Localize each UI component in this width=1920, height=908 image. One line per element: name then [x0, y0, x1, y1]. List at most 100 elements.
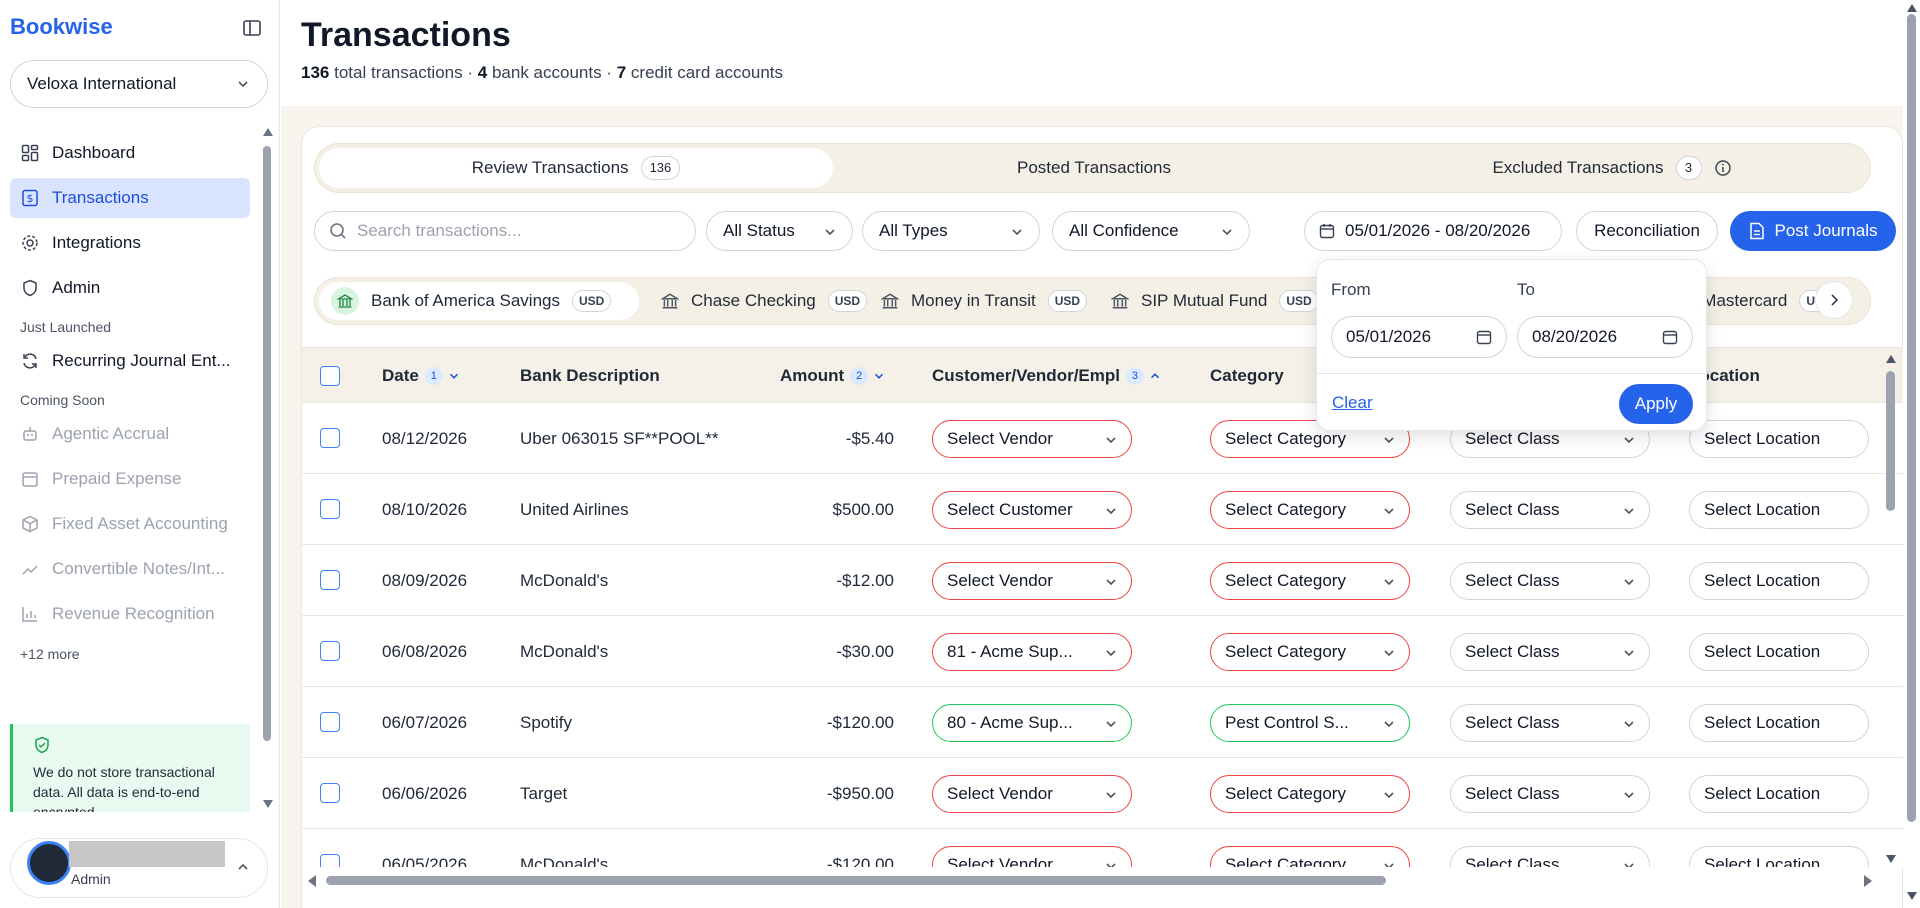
reconciliation-button[interactable]: Reconciliation: [1576, 211, 1718, 251]
category-select[interactable]: Select Category: [1210, 633, 1410, 671]
sidebar-item-integrations[interactable]: Integrations: [10, 223, 250, 263]
sidebar-item-transactions[interactable]: $ Transactions: [10, 178, 250, 218]
to-date-input[interactable]: 08/20/2026: [1517, 316, 1693, 358]
vendor-select[interactable]: 81 - Acme Sup...: [932, 633, 1132, 671]
category-select[interactable]: Pest Control S...: [1210, 704, 1410, 742]
vendor-select[interactable]: Select Vendor: [932, 420, 1132, 458]
row-checkbox[interactable]: [320, 854, 340, 867]
location-select[interactable]: Select Location: [1689, 846, 1869, 867]
vendor-select[interactable]: Select Vendor: [932, 846, 1132, 867]
user-menu[interactable]: Admin: [10, 838, 268, 898]
post-journals-button[interactable]: Post Journals: [1730, 211, 1896, 251]
select-all-checkbox[interactable]: [320, 366, 340, 386]
row-checkbox[interactable]: [320, 783, 340, 803]
organization-select[interactable]: Veloxa International: [10, 60, 268, 108]
scroll-right-icon[interactable]: [1864, 875, 1872, 887]
column-amount[interactable]: Amount 2: [780, 348, 886, 404]
apply-dates-button[interactable]: Apply: [1619, 384, 1693, 424]
vendor-select[interactable]: 80 - Acme Sup...: [932, 704, 1132, 742]
table-horizontal-scrollbar[interactable]: [302, 873, 1903, 887]
column-date[interactable]: Date 1: [382, 348, 461, 404]
sidebar-item-admin[interactable]: Admin: [10, 268, 250, 308]
category-select[interactable]: Select Category: [1210, 491, 1410, 529]
class-select[interactable]: Select Class: [1450, 491, 1650, 529]
info-icon[interactable]: [1714, 159, 1732, 177]
category-select[interactable]: Select Category: [1210, 775, 1410, 813]
location-select[interactable]: Select Location: [1689, 562, 1869, 600]
sidebar-item-convertible-notes[interactable]: Convertible Notes/Int...: [10, 549, 250, 589]
scroll-down-icon[interactable]: [1907, 892, 1917, 900]
account-chip-money-in-transit[interactable]: Money in Transit USD: [869, 282, 1089, 320]
brand-logo[interactable]: Bookwise: [10, 14, 113, 40]
location-select[interactable]: Select Location: [1689, 491, 1869, 529]
column-category[interactable]: Category: [1210, 348, 1284, 404]
search-input[interactable]: [357, 221, 677, 241]
chevron-down-icon: [822, 224, 838, 240]
category-select[interactable]: Select Category: [1210, 562, 1410, 600]
sidebar-item-dashboard[interactable]: Dashboard: [10, 133, 250, 173]
column-bank-description[interactable]: Bank Description: [520, 348, 660, 404]
tab-review-transactions[interactable]: Review Transactions 136: [319, 148, 833, 188]
location-select[interactable]: Select Location: [1689, 704, 1869, 742]
category-select[interactable]: Select Category: [1210, 846, 1410, 867]
tab-posted-transactions[interactable]: Posted Transactions: [837, 148, 1351, 188]
table-vertical-scrollbar[interactable]: [1886, 355, 1896, 867]
gear-icon: [20, 233, 40, 253]
sidebar-item-label: Admin: [52, 278, 101, 297]
sidebar-item-agentic-accrual[interactable]: Agentic Accrual: [10, 414, 250, 454]
location-select[interactable]: Select Location: [1689, 775, 1869, 813]
sidebar-item-prepaid-expense[interactable]: Prepaid Expense: [10, 459, 250, 499]
scrollbar-thumb[interactable]: [1886, 371, 1895, 511]
avatar: [27, 841, 71, 885]
scroll-up-icon[interactable]: [1886, 355, 1896, 363]
scroll-up-icon[interactable]: [263, 128, 273, 136]
confidence-filter-select[interactable]: All Confidence: [1052, 211, 1250, 251]
vendor-select[interactable]: Select Customer: [932, 491, 1132, 529]
column-customer-vendor[interactable]: Customer/Vendor/Empl 3: [932, 348, 1162, 404]
row-checkbox[interactable]: [320, 499, 340, 519]
search-box[interactable]: [314, 211, 696, 251]
scrollbar-thumb[interactable]: [1907, 14, 1916, 822]
location-select[interactable]: Select Location: [1689, 420, 1869, 458]
row-checkbox[interactable]: [320, 570, 340, 590]
class-select[interactable]: Select Class: [1450, 633, 1650, 671]
account-chip-chase-checking[interactable]: Chase Checking USD: [649, 282, 868, 320]
sidebar-toggle-icon[interactable]: [242, 18, 262, 38]
class-select[interactable]: Select Class: [1450, 562, 1650, 600]
status-filter-select[interactable]: All Status: [706, 211, 853, 251]
class-select-value: Select Class: [1465, 713, 1560, 732]
location-select[interactable]: Select Location: [1689, 633, 1869, 671]
date-range-button[interactable]: 05/01/2026 - 08/20/2026: [1304, 211, 1562, 251]
clear-dates-link[interactable]: Clear: [1332, 393, 1373, 413]
scroll-down-icon[interactable]: [263, 800, 273, 808]
account-chip-bofa-savings[interactable]: Bank of America Savings USD: [319, 282, 639, 320]
encryption-notice: We do not store transactional data. All …: [10, 724, 250, 812]
sidebar-item-fixed-asset[interactable]: Fixed Asset Accounting: [10, 504, 250, 544]
sidebar-item-revenue-recognition[interactable]: Revenue Recognition: [10, 594, 250, 634]
scroll-up-icon[interactable]: [1907, 4, 1917, 12]
class-select[interactable]: Select Class: [1450, 704, 1650, 742]
row-checkbox[interactable]: [320, 641, 340, 661]
vendor-select-value: Select Vendor: [947, 855, 1053, 867]
sidebar-item-recurring-journal[interactable]: Recurring Journal Ent...: [10, 341, 250, 381]
section-coming-soon: Coming Soon: [20, 392, 105, 408]
vendor-select[interactable]: Select Vendor: [932, 775, 1132, 813]
scrollbar-thumb[interactable]: [326, 876, 1386, 885]
from-date-input[interactable]: 05/01/2026: [1331, 316, 1507, 358]
sidebar-more-link[interactable]: +12 more: [10, 639, 250, 669]
sidebar-scrollbar[interactable]: [263, 128, 273, 808]
row-checkbox[interactable]: [320, 712, 340, 732]
vendor-select[interactable]: Select Vendor: [932, 562, 1132, 600]
class-select[interactable]: Select Class: [1450, 775, 1650, 813]
scroll-left-icon[interactable]: [308, 875, 316, 887]
table-row: 06/06/2026 Target -$950.00 Select Vendor Sel…: [302, 758, 1903, 829]
page-scrollbar[interactable]: [1904, 0, 1920, 908]
row-checkbox[interactable]: [320, 428, 340, 448]
accounts-next-button[interactable]: [1815, 281, 1853, 319]
type-filter-select[interactable]: All Types: [862, 211, 1040, 251]
chevron-down-icon: [1381, 574, 1397, 590]
class-select[interactable]: Select Class: [1450, 846, 1650, 867]
tab-excluded-transactions[interactable]: Excluded Transactions 3: [1355, 148, 1869, 188]
scroll-down-icon[interactable]: [1886, 855, 1896, 863]
scrollbar-thumb[interactable]: [263, 146, 271, 741]
